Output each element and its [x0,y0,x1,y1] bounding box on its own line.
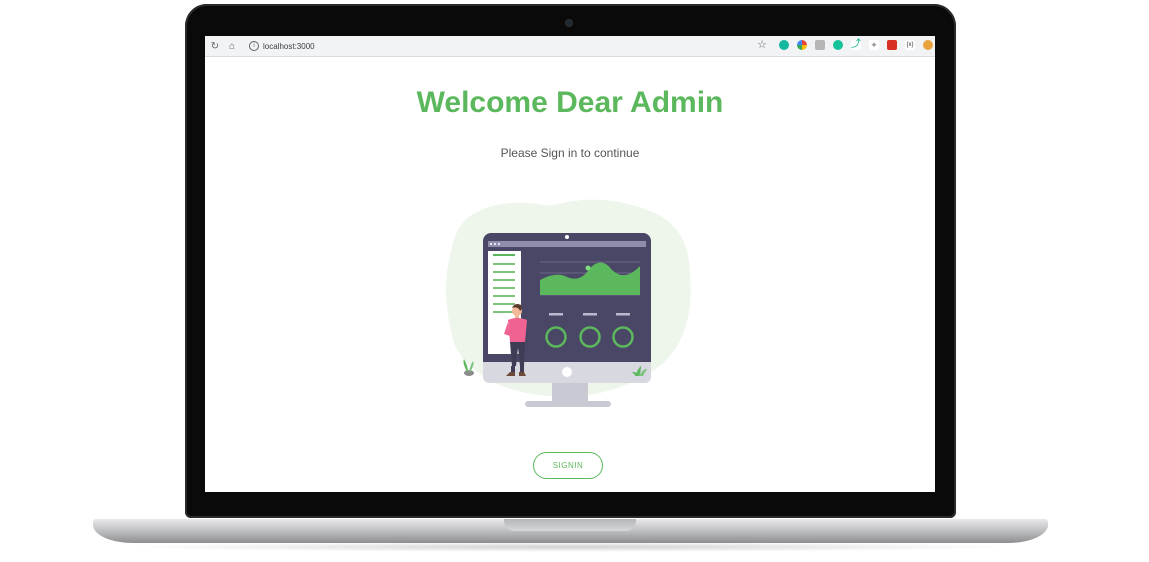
info-icon[interactable]: i [249,41,259,51]
monitor-camera-dot [565,235,569,239]
extension-google-icon[interactable] [797,39,807,50]
url-text: localhost:3000 [263,41,315,51]
home-icon[interactable]: ⌂ [225,39,239,53]
extension-grammarly-icon[interactable] [833,39,843,50]
address-bar[interactable]: i localhost:3000 [249,38,315,54]
extension-runner-icon[interactable]: ⤴ [851,39,861,50]
monitor-foot [525,401,611,407]
page-subtitle: Please Sign in to continue [500,146,640,160]
browser-toolbar: ↻ ⌂ i localhost:3000 ☆ ⤴ ✦ {x} [205,36,935,57]
extension-code-icon[interactable]: {x} [905,39,915,50]
extension-red-icon[interactable] [887,39,897,50]
signin-button[interactable]: SIGNIN [533,452,603,479]
page-title: Welcome Dear Admin [416,86,724,119]
extension-gray-icon[interactable] [815,39,825,50]
monitor-power-dot [562,367,572,377]
extension-teal-icon[interactable] [779,39,789,50]
laptop-shadow [120,542,1020,552]
star-icon[interactable]: ☆ [757,38,767,51]
camera-icon [566,20,572,26]
monitor-neck [552,381,588,403]
screen: ↻ ⌂ i localhost:3000 ☆ ⤴ ✦ {x} Welcome D… [205,36,935,492]
extensions-area: ☆ ⤴ ✦ {x} [757,38,935,51]
laptop-notch [504,519,636,531]
extension-cookie-icon[interactable] [923,39,933,50]
reload-icon[interactable]: ↻ [208,39,222,53]
dashboard-illustration [446,199,691,407]
extension-sparkle-icon[interactable]: ✦ [869,39,879,50]
